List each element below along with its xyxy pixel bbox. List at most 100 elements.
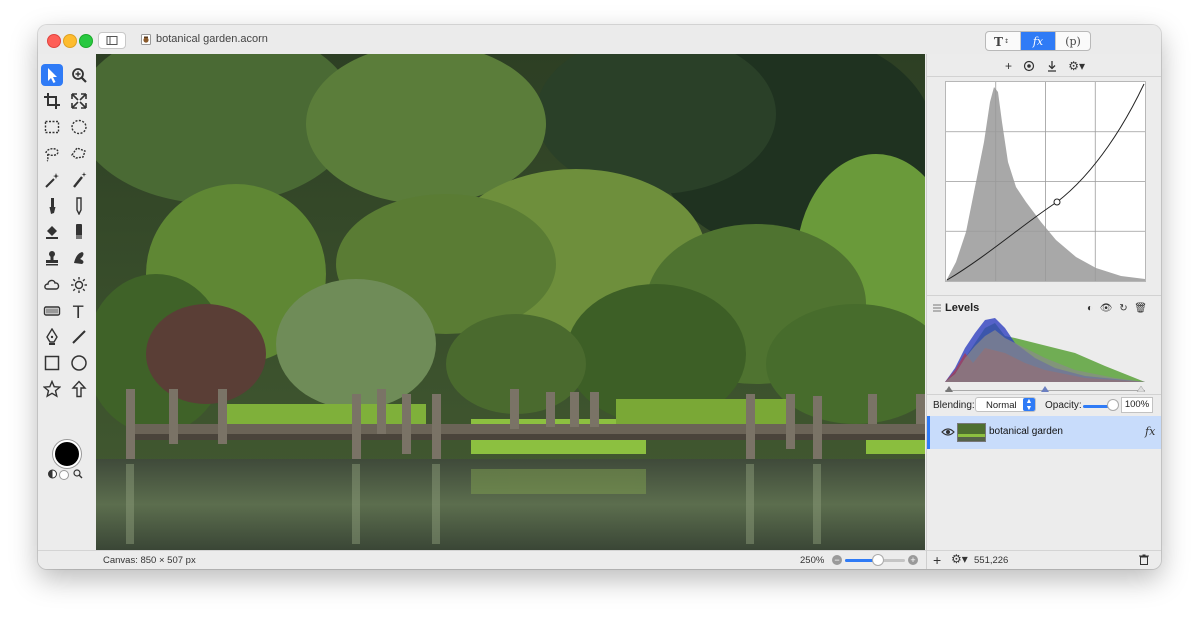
opacity-field[interactable]: 100% bbox=[1121, 397, 1153, 413]
eye-icon[interactable] bbox=[941, 426, 955, 438]
blending-mode-select[interactable]: Normal ▲ ▼ bbox=[975, 397, 1036, 412]
canvas-size-label: Canvas: 850 × 507 px bbox=[103, 555, 196, 566]
clone-stamp-tool-button[interactable] bbox=[41, 247, 63, 269]
rect-marquee-tool-button[interactable] bbox=[41, 116, 63, 138]
levels-white-point-handle[interactable] bbox=[1136, 385, 1145, 392]
polygon-lasso-icon bbox=[71, 146, 86, 159]
rectangle-shape-tool-button[interactable] bbox=[41, 352, 63, 374]
title-bar: botanical garden.acorn T ↕ fx (p) bbox=[38, 25, 1161, 54]
layer-gear-icon[interactable]: ⚙▾ bbox=[951, 552, 968, 566]
delete-layer-icon[interactable] bbox=[1139, 554, 1149, 565]
cursor-coordinates: 551,226 bbox=[974, 555, 1009, 566]
opacity-slider-knob[interactable] bbox=[1108, 400, 1118, 410]
reset-icon[interactable]: ↻ bbox=[1119, 303, 1127, 315]
gradient-tool-button[interactable] bbox=[41, 300, 63, 322]
smudge-tool-button[interactable] bbox=[68, 247, 90, 269]
sun-tool-button[interactable] bbox=[68, 274, 90, 296]
magic-wand-icon bbox=[45, 172, 59, 188]
zoom-window-button[interactable] bbox=[79, 34, 93, 48]
close-window-button[interactable] bbox=[47, 34, 61, 48]
levels-title: Levels bbox=[945, 302, 980, 314]
select-arrow-tool-button[interactable] bbox=[41, 64, 63, 86]
inspector-tab-group: T ↕ fx (p) bbox=[985, 31, 1091, 51]
clone-stamp-icon bbox=[46, 251, 58, 266]
magic-wand-tool-button[interactable] bbox=[41, 169, 63, 191]
text-tool-button[interactable]: T bbox=[68, 300, 90, 322]
sun-icon bbox=[71, 276, 87, 293]
eraser-tool-button[interactable] bbox=[68, 221, 90, 243]
layer-name: botanical garden bbox=[989, 426, 1063, 437]
transform-icon bbox=[71, 93, 87, 109]
levels-slider[interactable] bbox=[945, 384, 1145, 392]
arrow-shape-tool-button[interactable] bbox=[68, 378, 90, 400]
magic-brush-tool-button[interactable] bbox=[68, 169, 90, 191]
trash-icon[interactable]: 🗑 bbox=[1134, 303, 1147, 315]
download-icon[interactable] bbox=[1047, 60, 1057, 72]
filter-preset-icon[interactable] bbox=[1023, 60, 1035, 72]
rect-marquee-icon bbox=[44, 121, 60, 134]
magic-brush-icon bbox=[73, 171, 87, 188]
tab-text-style[interactable]: T ↕ bbox=[986, 32, 1021, 50]
layer-row[interactable]: botanical garden fx bbox=[927, 416, 1161, 449]
crop-tool-button[interactable] bbox=[41, 90, 63, 112]
pencil-tool-button[interactable] bbox=[68, 195, 90, 217]
gear-icon[interactable]: ⚙▾ bbox=[1068, 59, 1085, 73]
brush-icon bbox=[49, 198, 56, 214]
eyedropper-icon[interactable] bbox=[73, 469, 83, 479]
zoom-out-button[interactable]: − bbox=[832, 555, 842, 565]
curve-control-point[interactable] bbox=[1053, 198, 1061, 206]
document-title: botanical garden.acorn bbox=[156, 33, 268, 45]
paint-bucket-tool-button[interactable] bbox=[41, 221, 63, 243]
chevron-updown-icon: ▲ ▼ bbox=[1023, 398, 1035, 412]
add-layer-icon[interactable]: + bbox=[933, 552, 941, 568]
toolbox: T bbox=[38, 54, 95, 550]
oval-shape-tool-button[interactable] bbox=[68, 352, 90, 374]
divider bbox=[927, 394, 1161, 395]
rectangle-shape-icon bbox=[44, 355, 60, 371]
inspector-panel: + ⚙▾ Levels ◐ 👁 ↻ 🗑 Blending: Normal ▲ ▼… bbox=[926, 54, 1161, 569]
add-icon[interactable]: + bbox=[1005, 59, 1012, 73]
zoom-tool-button[interactable] bbox=[68, 64, 90, 86]
crop-icon bbox=[44, 93, 60, 110]
contrast-icon[interactable]: ◐ bbox=[1087, 303, 1093, 315]
drag-handle-icon[interactable] bbox=[933, 304, 941, 312]
paint-bucket-icon bbox=[46, 226, 58, 240]
layer-fx-icon[interactable]: fx bbox=[1145, 425, 1155, 438]
levels-histogram bbox=[945, 318, 1145, 382]
lasso-tool-button[interactable] bbox=[41, 143, 63, 165]
visibility-eye-icon[interactable]: 👁 bbox=[1100, 303, 1113, 315]
background-color-well[interactable] bbox=[59, 470, 69, 480]
polygon-lasso-tool-button[interactable] bbox=[68, 143, 90, 165]
foreground-color-well[interactable] bbox=[53, 440, 81, 468]
divider bbox=[927, 295, 1161, 296]
levels-midpoint-handle[interactable] bbox=[1041, 386, 1049, 392]
blending-mode-value: Normal bbox=[986, 400, 1017, 411]
zoom-slider-knob[interactable] bbox=[873, 555, 883, 565]
app-window: botanical garden.acorn T ↕ fx (p) T Canv… bbox=[38, 25, 1161, 569]
zoom-slider[interactable] bbox=[845, 555, 905, 565]
ellipse-marquee-tool-button[interactable] bbox=[68, 116, 90, 138]
swap-colors-icon[interactable] bbox=[48, 469, 57, 479]
zoom-level: 250% bbox=[800, 555, 825, 566]
brush-tool-button[interactable] bbox=[41, 195, 63, 217]
sidebar-icon bbox=[106, 36, 118, 45]
tab-plugins[interactable]: (p) bbox=[1056, 32, 1090, 50]
line-tool-button[interactable] bbox=[68, 326, 90, 348]
minimize-window-button[interactable] bbox=[63, 34, 77, 48]
levels-black-point-handle[interactable] bbox=[945, 386, 953, 392]
color-options bbox=[48, 468, 88, 480]
toggle-sidebar-button[interactable] bbox=[98, 32, 126, 49]
gradient-icon bbox=[43, 306, 61, 316]
tab-filters[interactable]: fx bbox=[1021, 32, 1056, 50]
star-shape-tool-button[interactable] bbox=[41, 378, 63, 400]
select-arrow-icon bbox=[48, 68, 57, 83]
svg-text:↕: ↕ bbox=[1004, 38, 1009, 45]
svg-text:T: T bbox=[72, 303, 84, 320]
cloud-tool-button[interactable] bbox=[41, 274, 63, 296]
filter-toolbar: + ⚙▾ bbox=[1005, 58, 1085, 74]
pen-tool-button[interactable] bbox=[41, 326, 63, 348]
zoom-in-button[interactable]: + bbox=[908, 555, 918, 565]
transform-tool-button[interactable] bbox=[68, 90, 90, 112]
canvas[interactable] bbox=[96, 54, 925, 550]
curves-graph[interactable] bbox=[945, 81, 1146, 282]
